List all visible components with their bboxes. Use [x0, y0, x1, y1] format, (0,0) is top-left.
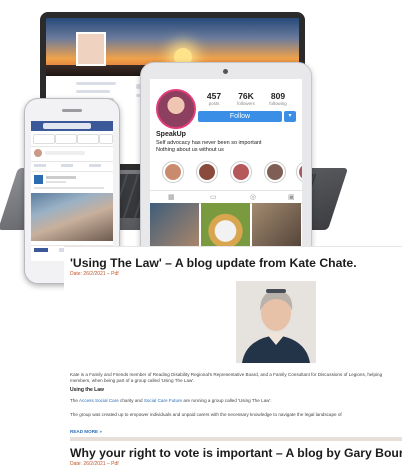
post-intro: Kate is a Family and Friends member of R…: [70, 372, 383, 383]
story-highlight[interactable]: [196, 161, 218, 183]
text-prefix: The: [70, 398, 79, 403]
story-highlight[interactable]: [296, 161, 302, 183]
stat-followers-label: followers: [237, 101, 255, 106]
stat-followers[interactable]: 76K followers: [228, 91, 264, 106]
post-meta: Date: 26/2/2021 – Pdf: [70, 461, 119, 467]
profile-tabs: ▦ ▭ ◎ ▣: [150, 190, 302, 204]
story-highlight[interactable]: [264, 161, 286, 183]
author-photo: [236, 281, 316, 363]
stat-following-count: 809: [270, 91, 286, 101]
profile-avatar[interactable]: [156, 89, 196, 129]
post-author-line: [46, 176, 76, 179]
blog-panel: 'Using The Law' – A blog update from Kat…: [64, 246, 402, 467]
post-text-line: The group was created up to empower indi…: [70, 412, 342, 417]
facebook-top-bar: [31, 121, 113, 131]
nav-chip[interactable]: [55, 134, 77, 144]
laptop-text-line: [76, 82, 116, 85]
grid-icon[interactable]: ▦: [168, 193, 175, 201]
post-heading: Using the Law: [70, 387, 104, 393]
divider: [31, 171, 113, 172]
access-social-care-link[interactable]: Access Social Care: [79, 398, 119, 403]
stat-followers-count: 76K: [238, 91, 254, 101]
stat-following-label: following: [269, 101, 287, 106]
nav-chip[interactable]: [99, 134, 113, 144]
tablet-camera: [223, 69, 228, 74]
post-meta-line: [46, 181, 66, 183]
nav-chip[interactable]: [33, 134, 55, 144]
action-chip[interactable]: [34, 164, 46, 167]
stat-posts-count: 457: [206, 91, 222, 101]
facebook-mobile-screen: [31, 121, 113, 261]
post-meta: Date: 26/2/2021 – Pdf: [70, 271, 119, 277]
stat-posts-label: posts: [208, 101, 220, 106]
social-care-future-link[interactable]: Social Care Future: [144, 398, 182, 403]
laptop-text-line: [76, 90, 110, 93]
post-separator: [70, 437, 402, 441]
nav-chip[interactable]: [77, 134, 99, 144]
post-text-line: [34, 187, 104, 189]
divider: [31, 146, 113, 147]
read-more-link[interactable]: READ MORE »: [70, 429, 102, 434]
list-icon[interactable]: ▭: [210, 193, 217, 201]
profile-name: SpeakUp: [156, 131, 186, 138]
post-title[interactable]: Why your right to vote is important – A …: [70, 446, 402, 460]
phone-speaker: [62, 109, 82, 112]
profile-bio-line: Self advocacy has never been so importan…: [156, 140, 262, 146]
page-avatar: [34, 175, 43, 184]
text-middle: charity and: [118, 398, 144, 403]
igtv-icon[interactable]: ◎: [250, 193, 256, 201]
post-photo-group[interactable]: [31, 193, 113, 241]
composer-input[interactable]: [45, 151, 85, 155]
action-chip[interactable]: [61, 164, 73, 167]
search-input[interactable]: [43, 123, 91, 129]
story-highlight[interactable]: [162, 161, 184, 183]
chevron-down-icon[interactable]: ▾: [284, 111, 296, 122]
tagged-icon[interactable]: ▣: [288, 193, 295, 201]
story-highlight[interactable]: [230, 161, 252, 183]
instagram-profile-screen: 457 posts 76K followers 809 following Fo…: [150, 79, 302, 261]
like-button[interactable]: [34, 248, 48, 252]
text-suffix: are running a group called 'Using The La…: [182, 398, 272, 403]
stat-following[interactable]: 809 following: [260, 91, 296, 106]
action-chip[interactable]: [89, 164, 101, 167]
post-title[interactable]: 'Using The Law' – A blog update from Kat…: [70, 256, 357, 270]
follow-button[interactable]: Follow: [198, 111, 282, 122]
avatar: [34, 149, 42, 157]
divider: [31, 161, 113, 162]
post-text-line: The Access Social Care charity and Socia…: [70, 398, 400, 404]
tablet-device: 457 posts 76K followers 809 following Fo…: [140, 62, 312, 274]
author-portrait: [236, 281, 316, 363]
profile-bio-line: Nothing about us without us: [156, 147, 224, 153]
profile-avatar: [76, 32, 106, 66]
stat-posts: 457 posts: [196, 91, 232, 106]
